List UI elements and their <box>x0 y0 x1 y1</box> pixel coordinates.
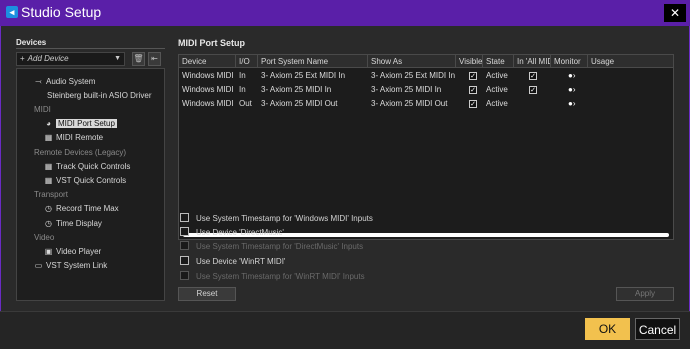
clock-icon: ◷ <box>45 204 52 213</box>
column-header-port-system-name[interactable]: Port System Name <box>258 55 368 68</box>
column-header-show-as[interactable]: Show As <box>368 55 456 68</box>
tree-item-midi-port-setup[interactable]: ◕ MIDI Port Setup <box>44 117 117 130</box>
option-directmusic-timestamp: Use System Timestamp for 'DirectMusic' I… <box>180 241 363 253</box>
visible-checkbox[interactable]: ✓ <box>466 97 480 110</box>
panel-title: MIDI Port Setup <box>178 38 245 48</box>
option-windows-midi-timestamp[interactable]: Use System Timestamp for 'Windows MIDI' … <box>180 213 373 225</box>
column-header-in-all-midi[interactable]: In 'All MIDI <box>514 55 551 68</box>
cell-show-as[interactable]: 3- Axiom 25 MIDI In <box>368 83 456 96</box>
delete-device-button[interactable]: 🗑 <box>132 52 145 66</box>
monitor-toggle[interactable]: ●› <box>565 97 581 110</box>
tree-item-vst-system-link[interactable]: ▭ VST System Link <box>34 259 108 272</box>
cell-port-system-name: 3- Axiom 25 MIDI Out <box>261 99 338 108</box>
close-button[interactable]: ✕ <box>664 4 686 22</box>
monitor-toggle[interactable]: ●› <box>565 69 581 82</box>
cell-port-system-name: 3- Axiom 25 Ext MIDI In <box>261 71 346 80</box>
checkbox <box>180 271 189 281</box>
devices-panel: Devices + Add Device ▼ 🗑 ⇤ ⤙ Audio System … <box>10 36 165 301</box>
ok-button[interactable]: OK <box>585 318 630 340</box>
column-header-usage[interactable]: Usage <box>588 55 673 68</box>
tree-item-midi-remote[interactable]: ▦ MIDI Remote <box>44 131 103 144</box>
tree-item-vst-quick-controls[interactable]: ▦ VST Quick Controls <box>44 174 126 187</box>
clock-icon: ◷ <box>45 219 52 228</box>
collapse-button[interactable]: ⇤ <box>148 52 161 66</box>
column-header-visible[interactable]: Visible <box>456 55 483 68</box>
tree-category-remote: Remote Devices (Legacy) <box>34 148 127 157</box>
checkmark-icon: ✓ <box>469 71 477 80</box>
in-all-midi-checkbox[interactable]: ✓ <box>526 69 540 82</box>
cell-device: Windows MIDI <box>182 99 234 108</box>
option-winrt-timestamp: Use System Timestamp for 'WinRT MIDI' In… <box>180 271 365 283</box>
title-bar: ◂ Studio Setup ✕ <box>0 0 690 26</box>
apply-button[interactable]: Apply <box>616 287 674 301</box>
quick-controls-icon: ▦ <box>44 176 53 185</box>
tree-category-transport: Transport <box>34 190 68 199</box>
divider <box>16 48 165 49</box>
column-header-io[interactable]: I/O <box>236 55 258 68</box>
tree-item-video-player[interactable]: ▣ Video Player <box>44 245 102 258</box>
monitor-icon: ▭ <box>34 261 43 270</box>
add-device-dropdown[interactable]: + Add Device ▼ <box>16 52 125 66</box>
checkbox[interactable] <box>180 227 189 237</box>
cell-device: Windows MIDI <box>182 85 234 94</box>
chevron-down-icon: ▼ <box>114 55 121 62</box>
cell-io: Out <box>239 99 252 108</box>
column-header-device[interactable]: Device <box>179 55 236 68</box>
cell-device: Windows MIDI <box>182 71 234 80</box>
option-use-winrt-midi[interactable]: Use Device 'WinRT MIDI' <box>180 256 285 268</box>
trash-icon: 🗑 <box>133 54 144 63</box>
cancel-button[interactable]: Cancel <box>635 318 680 340</box>
plus-icon: + <box>20 54 25 63</box>
window-title: Studio Setup <box>21 4 102 20</box>
monitor-midi-icon: ●› <box>568 71 576 80</box>
tree-category-video: Video <box>34 233 55 242</box>
audio-system-icon: ⤙ <box>35 77 42 86</box>
cell-port-system-name: 3- Axiom 25 MIDI In <box>261 85 332 94</box>
table-header: Device I/O Port System Name Show As Visi… <box>179 55 673 68</box>
monitor-midi-icon: ●› <box>568 99 576 108</box>
device-tree: ⤙ Audio System Steinberg built-in ASIO Dr… <box>16 68 165 301</box>
column-header-state[interactable]: State <box>483 55 514 68</box>
tree-category-midi: MIDI <box>34 105 51 114</box>
cell-show-as[interactable]: 3- Axiom 25 Ext MIDI In <box>368 69 456 82</box>
add-device-label: Add Device <box>27 54 69 63</box>
midi-port-icon: ◕ <box>46 119 51 128</box>
collapse-icon: ⇤ <box>151 54 158 63</box>
app-icon: ◂ <box>6 6 18 18</box>
visible-checkbox[interactable]: ✓ <box>466 83 480 96</box>
checkbox[interactable] <box>180 213 189 223</box>
tree-item-audio-system[interactable]: ⤙ Audio System <box>34 75 95 88</box>
checkmark-icon: ✓ <box>529 71 537 80</box>
tree-item-time-display[interactable]: ◷ Time Display <box>44 217 102 230</box>
checkmark-icon: ✓ <box>529 85 537 94</box>
column-header-monitor[interactable]: Monitor <box>551 55 588 68</box>
checkmark-icon: ✓ <box>469 85 477 94</box>
cell-state: Active <box>486 99 508 108</box>
devices-header: Devices <box>16 38 47 47</box>
reset-button[interactable]: Reset <box>178 287 236 301</box>
cell-state: Active <box>486 85 508 94</box>
monitor-midi-icon: ●› <box>568 85 576 94</box>
midi-remote-icon: ▦ <box>44 133 53 142</box>
tree-item-record-time-max[interactable]: ◷ Record Time Max <box>44 202 119 215</box>
cell-show-as[interactable]: 3- Axiom 25 MIDI Out <box>368 97 456 110</box>
checkbox[interactable] <box>180 256 189 266</box>
in-all-midi-checkbox[interactable]: ✓ <box>526 83 540 96</box>
checkmark-icon: ✓ <box>469 99 477 108</box>
option-use-directmusic[interactable]: Use Device 'DirectMusic' <box>180 227 284 239</box>
tree-item-asio-driver[interactable]: Steinberg built-in ASIO Driver <box>47 89 152 102</box>
visible-checkbox[interactable]: ✓ <box>466 69 480 82</box>
monitor-toggle[interactable]: ●› <box>565 83 581 96</box>
tree-item-track-quick-controls[interactable]: ▦ Track Quick Controls <box>44 160 131 173</box>
cell-io: In <box>239 71 246 80</box>
cell-io: In <box>239 85 246 94</box>
video-player-icon: ▣ <box>44 247 53 256</box>
quick-controls-icon: ▦ <box>44 162 53 171</box>
midi-port-setup-panel: MIDI Port Setup Device I/O Port System N… <box>172 36 680 301</box>
checkbox <box>180 241 189 251</box>
cell-state: Active <box>486 71 508 80</box>
